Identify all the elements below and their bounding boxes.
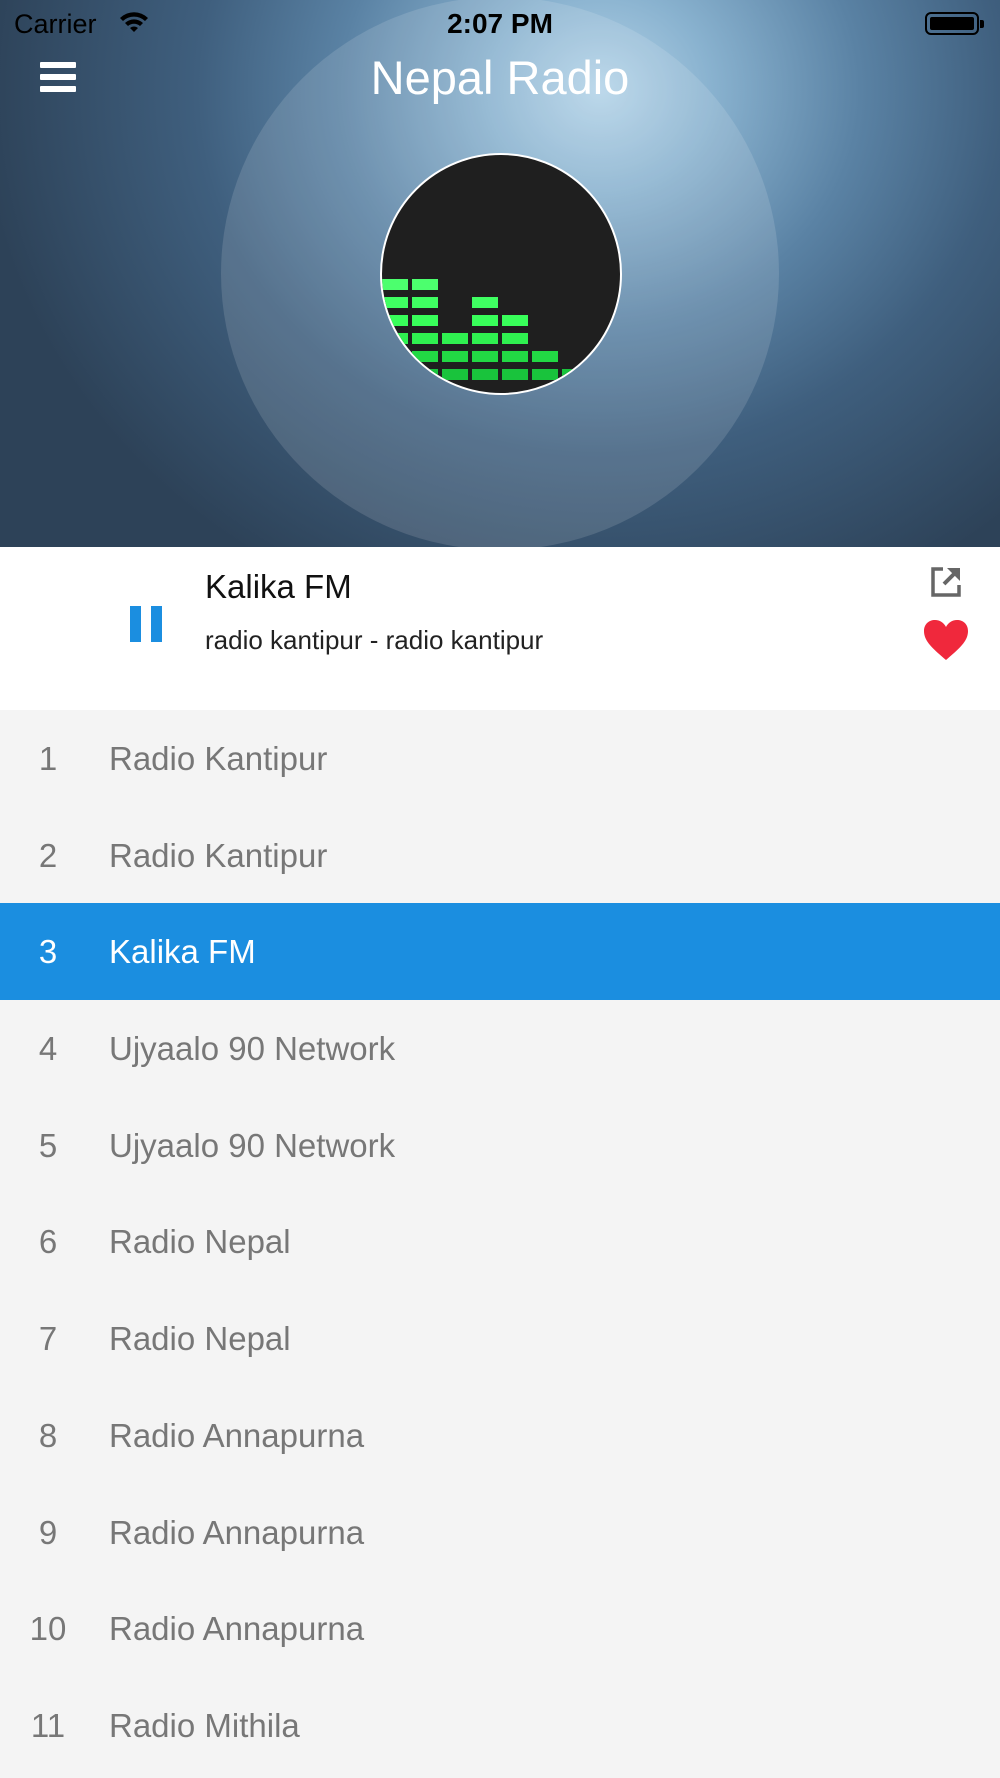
favorite-heart-icon[interactable] [922, 618, 970, 662]
equalizer-bar [532, 351, 558, 362]
equalizer-bar [502, 333, 528, 344]
equalizer-bar [412, 297, 438, 308]
station-number: 2 [38, 836, 58, 874]
station-number: 3 [38, 933, 58, 971]
station-name: Radio Kantipur [109, 740, 328, 777]
station-row[interactable]: 10 Radio Annapurna [0, 1580, 1000, 1677]
equalizer-bar [412, 315, 438, 326]
equalizer-bar [412, 279, 438, 290]
station-number: 7 [38, 1320, 58, 1358]
equalizer-bar [442, 333, 468, 344]
now-playing-station: Kalika FM [205, 568, 352, 605]
station-number: 10 [29, 1610, 67, 1648]
station-name: Ujyaalo 90 Network [109, 1126, 396, 1164]
station-row[interactable]: 6 Radio Nepal [0, 1193, 1000, 1290]
status-bar: Carrier 2:07 PM [0, 0, 1000, 48]
station-row[interactable]: 4 Ujyaalo 90 Network [0, 1000, 1000, 1097]
equalizer-bar [472, 333, 498, 344]
station-row[interactable]: 1 Radio Kantipur [0, 710, 1000, 807]
equalizer-bar [502, 315, 528, 326]
station-list: 1 Radio Kantipur 2 Radio Kantipur 3 Kalika FM… [0, 710, 1000, 1774]
share-icon[interactable] [929, 565, 963, 599]
battery-icon [925, 12, 984, 35]
station-name: Kalika FM [109, 933, 256, 971]
station-number: 9 [38, 1513, 58, 1551]
station-artwork [380, 153, 622, 395]
station-row[interactable]: 9 Radio Annapurna [0, 1484, 1000, 1581]
station-name: Ujyaalo 90 Network [109, 1030, 396, 1068]
now-playing-subtitle: radio kantipur - radio kantipur [205, 625, 544, 655]
station-name: Radio Annapurna [109, 1610, 365, 1648]
station-number: 8 [38, 1416, 58, 1454]
equalizer-bar [532, 369, 558, 380]
station-name: Radio Nepal [109, 1223, 291, 1261]
equalizer-bar [382, 279, 408, 290]
status-time: 2:07 PM [447, 8, 553, 39]
station-name: Radio Kantipur [109, 836, 328, 874]
station-row[interactable]: 2 Radio Kantipur [0, 807, 1000, 904]
equalizer-bar [502, 351, 528, 362]
equalizer-bar [472, 297, 498, 308]
equalizer-bar [382, 297, 408, 308]
station-name: Radio Annapurna [109, 1513, 365, 1551]
equalizer-bar [442, 351, 468, 362]
station-row[interactable]: 5 Ujyaalo 90 Network [0, 1097, 1000, 1194]
station-number: 4 [38, 1030, 58, 1068]
equalizer-bar [412, 351, 438, 362]
station-number: 11 [30, 1706, 66, 1744]
equalizer-bar [472, 369, 498, 380]
equalizer-bar [502, 369, 528, 380]
station-name: Radio Nepal [109, 1320, 291, 1358]
station-row[interactable]: 11 Radio Mithila [0, 1677, 1000, 1774]
station-name: Radio Annapurna [109, 1416, 365, 1454]
station-number: 5 [38, 1126, 58, 1164]
equalizer-bar [472, 351, 498, 362]
equalizer-bar [412, 333, 438, 344]
station-row[interactable]: 7 Radio Nepal [0, 1290, 1000, 1387]
station-row[interactable]: 8 Radio Annapurna [0, 1387, 1000, 1484]
station-row[interactable]: 3 Kalika FM [0, 903, 1000, 1001]
station-number: 6 [38, 1223, 58, 1261]
equalizer-bar [442, 369, 468, 380]
station-name: Radio Mithila [109, 1706, 300, 1744]
pause-button[interactable] [130, 606, 164, 642]
equalizer-bar [472, 315, 498, 326]
station-number: 1 [38, 740, 58, 777]
page-title: Nepal Radio [370, 51, 630, 104]
